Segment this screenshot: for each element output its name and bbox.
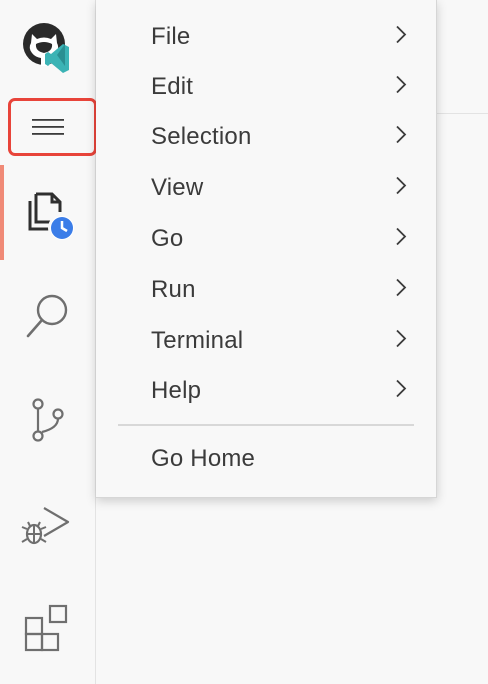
menu-item-selection[interactable]: Selection <box>96 113 437 161</box>
menu-item-label: Terminal <box>151 327 244 354</box>
chevron-right-icon <box>394 226 408 253</box>
menu-item-help[interactable]: Help <box>96 367 437 415</box>
timeline-explorer-button[interactable] <box>0 180 96 248</box>
menu-item-go-home[interactable]: Go Home <box>96 435 437 483</box>
chevron-right-icon <box>394 378 408 405</box>
menu-item-edit[interactable]: Edit <box>96 63 437 111</box>
hamburger-menu-icon <box>31 117 65 137</box>
chevron-right-icon <box>394 124 408 151</box>
menu-item-label: Selection <box>151 123 252 150</box>
chevron-right-icon <box>394 175 408 202</box>
menu-item-go[interactable]: Go <box>96 215 437 263</box>
chevron-right-icon <box>394 328 408 355</box>
menu-separator <box>118 424 414 426</box>
search-button[interactable] <box>0 288 96 344</box>
menu-item-file[interactable]: File <box>96 13 437 61</box>
menu-item-view[interactable]: View <box>96 164 437 212</box>
chevron-right-icon <box>394 74 408 101</box>
source-control-button[interactable] <box>0 392 96 448</box>
application-menu: File Edit Selection View Go Run Terminal… <box>96 0 437 498</box>
github-vscode-logo-icon[interactable] <box>0 20 96 78</box>
menu-item-terminal[interactable]: Terminal <box>96 317 437 365</box>
search-icon <box>20 288 76 344</box>
source-control-icon <box>20 392 76 448</box>
app-window: File Edit Selection View Go Run Terminal… <box>0 0 488 684</box>
run-debug-icon <box>18 496 78 556</box>
menu-item-label: Help <box>151 377 202 404</box>
timeline-explorer-icon <box>16 182 80 246</box>
run-debug-button[interactable] <box>0 496 96 556</box>
menu-item-label: File <box>151 23 191 50</box>
activity-bar <box>0 0 97 684</box>
extensions-icon <box>20 600 76 656</box>
menu-item-label: Edit <box>151 73 194 100</box>
hamburger-menu-button[interactable] <box>0 100 96 154</box>
chevron-right-icon <box>394 277 408 304</box>
menu-item-label: View <box>151 174 204 201</box>
menu-item-label: Run <box>151 276 196 303</box>
menu-item-run[interactable]: Run <box>96 266 437 314</box>
menu-item-label: Go <box>151 225 184 252</box>
chevron-right-icon <box>394 24 408 51</box>
extensions-button[interactable] <box>0 600 96 656</box>
menu-item-label: Go Home <box>151 445 256 472</box>
